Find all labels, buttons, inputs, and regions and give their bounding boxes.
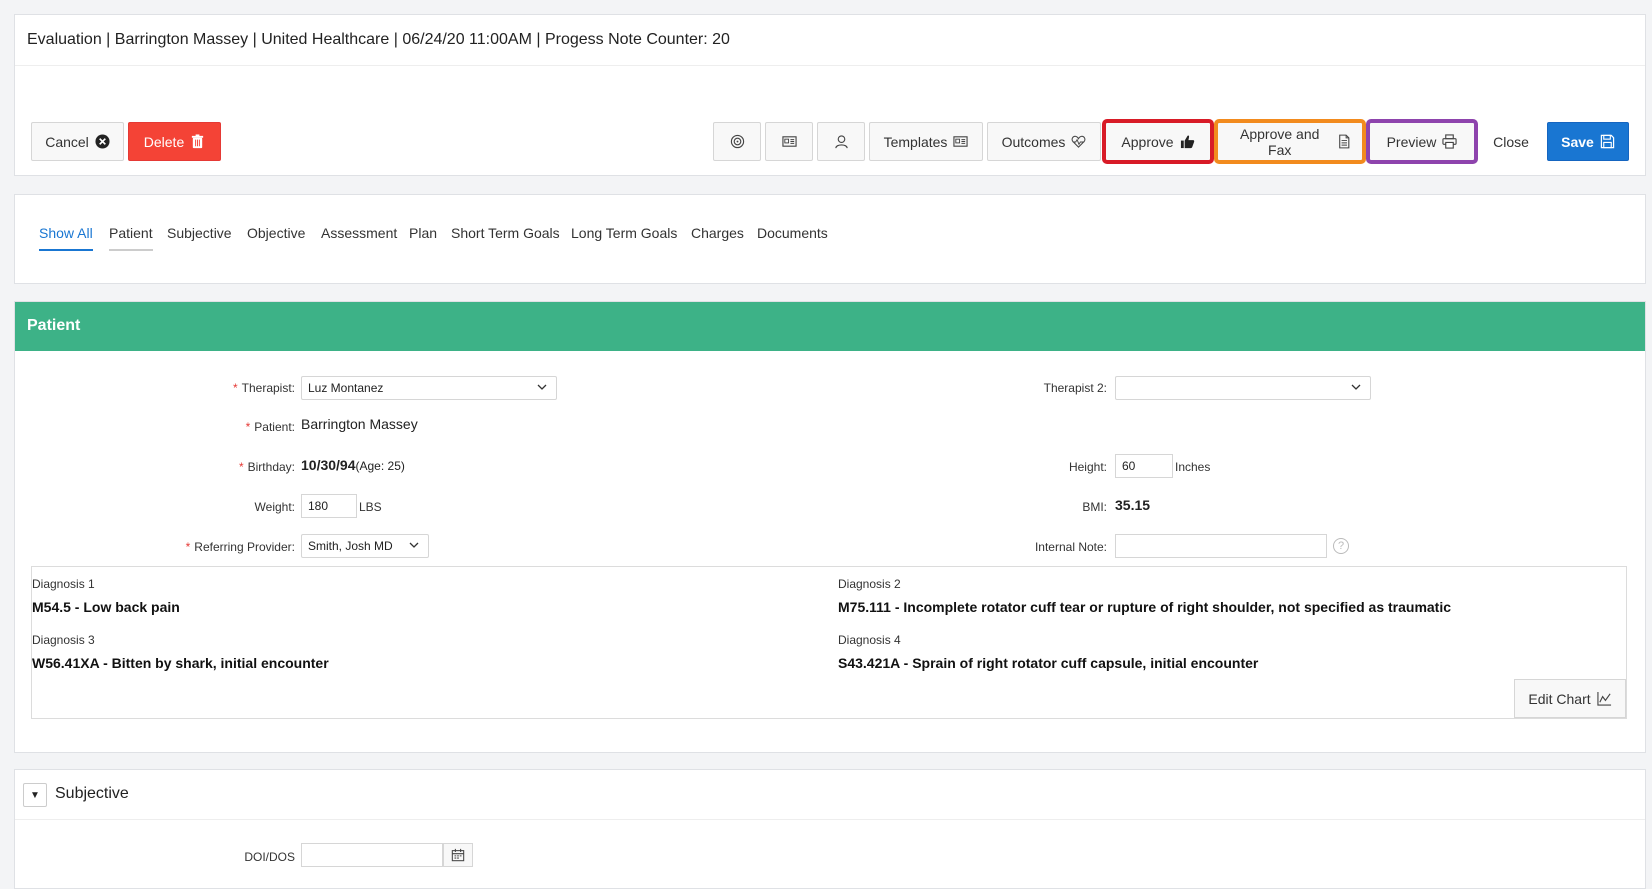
height-label: Height: — [1068, 460, 1107, 474]
therapist-value: Luz Montanez — [308, 381, 384, 395]
line-chart-icon — [1597, 691, 1611, 706]
birthday-label: * Birthday: — [238, 460, 295, 474]
trash-icon — [192, 134, 204, 149]
tab-objective[interactable]: Objective — [247, 225, 305, 249]
height-unit: Inches — [1175, 460, 1211, 474]
age-text: (Age: 25) — [355, 459, 405, 473]
note-header-panel: Evaluation | Barrington Massey | United … — [14, 14, 1646, 176]
close-circle-icon — [95, 134, 110, 149]
tab-subjective[interactable]: Subjective — [167, 225, 232, 249]
diagnosis-1-label: Diagnosis 1 — [32, 577, 95, 591]
internal-note-input[interactable] — [1115, 534, 1327, 558]
therapist2-select[interactable] — [1115, 376, 1371, 400]
subjective-divider — [15, 819, 1645, 820]
internal-note-label: Internal Note: — [1034, 540, 1107, 554]
delete-label: Delete — [143, 133, 185, 150]
diagnosis-2-label: Diagnosis 2 — [838, 577, 901, 591]
diagnosis-2-value: M75.111 - Incomplete rotator cuff tear o… — [838, 599, 1452, 615]
section-tabs-panel: Show All Patient Subjective Objective As… — [14, 194, 1646, 284]
cancel-button[interactable]: Cancel — [31, 122, 124, 161]
page-title: Evaluation | Barrington Massey | United … — [27, 31, 730, 48]
therapist-label: * Therapist: — [232, 381, 295, 395]
doi-dos-input[interactable] — [301, 843, 443, 867]
tab-long-term-goals[interactable]: Long Term Goals — [571, 225, 677, 249]
tab-documents[interactable]: Documents — [757, 225, 828, 249]
weight-unit: LBS — [359, 500, 382, 514]
tab-short-term-goals[interactable]: Short Term Goals — [451, 225, 560, 249]
tab-charges[interactable]: Charges — [691, 225, 744, 249]
cancel-label: Cancel — [45, 133, 89, 150]
diagnosis-3-value: W56.41XA - Bitten by shark, initial enco… — [32, 655, 329, 671]
bmi-label: BMI: — [1082, 500, 1107, 514]
save-button[interactable]: Save — [1547, 122, 1629, 161]
height-input[interactable]: 60 — [1115, 454, 1173, 478]
subjective-section: ▼ Subjective DOI/DOS — [14, 769, 1646, 889]
patient-card-button[interactable] — [765, 122, 813, 161]
floppy-disk-icon — [1600, 134, 1615, 149]
tab-show-all[interactable]: Show All — [39, 225, 93, 251]
header-divider — [15, 65, 1645, 66]
close-label: Close — [1493, 133, 1529, 150]
therapist-select[interactable]: Luz Montanez — [301, 376, 557, 400]
diagnoses-box: Diagnosis 1 M54.5 - Low back pain Diagno… — [31, 566, 1627, 719]
templates-label: Templates — [883, 133, 948, 150]
id-card-icon — [781, 136, 797, 147]
outcomes-button[interactable]: Outcomes — [987, 122, 1101, 161]
chevron-down-icon — [537, 384, 547, 390]
chevron-down-icon — [409, 542, 419, 548]
tab-plan[interactable]: Plan — [409, 225, 437, 249]
doi-dos-label: DOI/DOS — [244, 850, 295, 864]
diagnosis-4-value: S43.421A - Sprain of right rotator cuff … — [838, 655, 1259, 671]
printer-icon — [1442, 134, 1458, 149]
thumbs-up-icon — [1180, 135, 1194, 149]
subjective-title: Subjective — [55, 785, 129, 802]
patient-section-header: Patient — [15, 302, 1645, 351]
weight-label: Weight: — [254, 500, 295, 514]
referring-provider-label: * Referring Provider: — [185, 540, 295, 554]
collapse-toggle-icon[interactable]: ▼ — [23, 783, 47, 807]
templates-button[interactable]: Templates — [869, 122, 983, 161]
chevron-down-icon — [1351, 384, 1361, 390]
outcomes-label: Outcomes — [1001, 133, 1066, 150]
heartbeat-icon — [1072, 135, 1086, 148]
preview-label: Preview — [1386, 133, 1437, 150]
template-icon — [953, 136, 969, 147]
save-label: Save — [1561, 133, 1594, 150]
user-icon — [834, 135, 848, 149]
tab-patient[interactable]: Patient — [109, 225, 153, 251]
diagnosis-4-label: Diagnosis 4 — [838, 633, 901, 647]
delete-button[interactable]: Delete — [128, 122, 221, 161]
goals-button[interactable] — [713, 122, 761, 161]
weight-input[interactable]: 180 — [301, 494, 357, 518]
patient-name: Barrington Massey — [301, 416, 418, 432]
therapist2-label: Therapist 2: — [1043, 381, 1107, 395]
diagnosis-1-value: M54.5 - Low back pain — [32, 599, 180, 615]
approve-and-fax-button[interactable]: Approve and Fax — [1214, 119, 1366, 164]
referring-provider-select[interactable]: Smith, Josh MD — [301, 534, 429, 558]
help-icon[interactable]: ? — [1333, 538, 1349, 554]
edit-chart-button[interactable]: Edit Chart — [1514, 679, 1626, 718]
approve-and-fax-label: Approve and Fax — [1240, 125, 1320, 158]
fax-document-icon — [1339, 134, 1350, 149]
target-icon — [730, 134, 744, 149]
bmi-value: 35.15 — [1115, 497, 1151, 513]
referring-provider-value: Smith, Josh MD — [308, 539, 393, 553]
edit-chart-label: Edit Chart — [1528, 690, 1591, 707]
calendar-icon — [451, 848, 465, 862]
patient-section: Patient * Therapist: Luz Montanez Therapi… — [14, 301, 1646, 753]
tab-assessment[interactable]: Assessment — [321, 225, 397, 249]
patient-label: * Patient: — [245, 420, 295, 434]
preview-button[interactable]: Preview — [1366, 119, 1478, 164]
approve-label: Approve — [1121, 133, 1174, 150]
approve-button[interactable]: Approve — [1102, 119, 1214, 164]
patient-profile-button[interactable] — [817, 122, 865, 161]
close-button[interactable]: Close — [1479, 122, 1543, 161]
birthday-value: 10/30/94(Age: 25) — [301, 457, 405, 473]
diagnosis-3-label: Diagnosis 3 — [32, 633, 95, 647]
calendar-button[interactable] — [443, 843, 473, 867]
